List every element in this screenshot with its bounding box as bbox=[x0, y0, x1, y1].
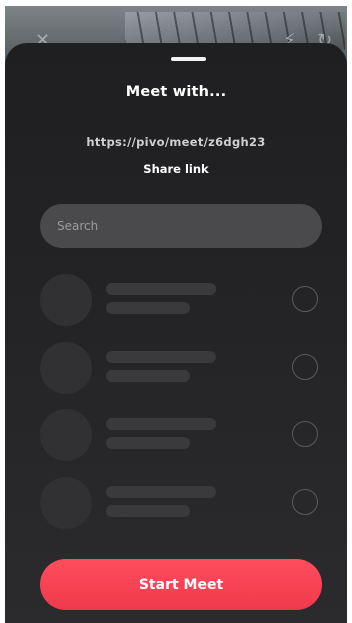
detail-placeholder bbox=[106, 505, 190, 517]
contact-row-placeholder[interactable] bbox=[40, 274, 325, 326]
meet-bottom-sheet: Meet with... https://pivo/meet/z6dgh23 S… bbox=[5, 43, 347, 623]
contact-row-placeholder[interactable] bbox=[40, 409, 325, 461]
name-placeholder bbox=[106, 486, 216, 498]
contact-row-placeholder[interactable] bbox=[40, 342, 325, 394]
start-meet-button[interactable]: Start Meet bbox=[40, 559, 322, 610]
avatar-placeholder bbox=[40, 409, 92, 461]
sheet-title: Meet with... bbox=[125, 84, 227, 100]
sheet-grabber[interactable] bbox=[171, 57, 206, 61]
contact-row-placeholder[interactable] bbox=[40, 477, 325, 529]
avatar-placeholder bbox=[40, 274, 92, 326]
detail-placeholder bbox=[106, 370, 190, 382]
select-radio[interactable] bbox=[292, 286, 318, 312]
name-placeholder bbox=[106, 351, 216, 363]
meet-link: https://pivo/meet/z6dgh23 bbox=[86, 135, 266, 149]
select-radio[interactable] bbox=[292, 489, 318, 515]
share-link-button[interactable]: Share link bbox=[5, 162, 347, 176]
select-radio[interactable] bbox=[292, 354, 318, 380]
screen: ✕ ⚡ ↻ Meet with... https://pivo/meet/z6d… bbox=[0, 0, 352, 623]
name-placeholder bbox=[106, 283, 216, 295]
search-input[interactable] bbox=[40, 204, 322, 248]
select-radio[interactable] bbox=[292, 421, 318, 447]
avatar-placeholder bbox=[40, 477, 92, 529]
detail-placeholder bbox=[106, 302, 190, 314]
detail-placeholder bbox=[106, 437, 190, 449]
avatar-placeholder bbox=[40, 342, 92, 394]
name-placeholder bbox=[106, 418, 216, 430]
